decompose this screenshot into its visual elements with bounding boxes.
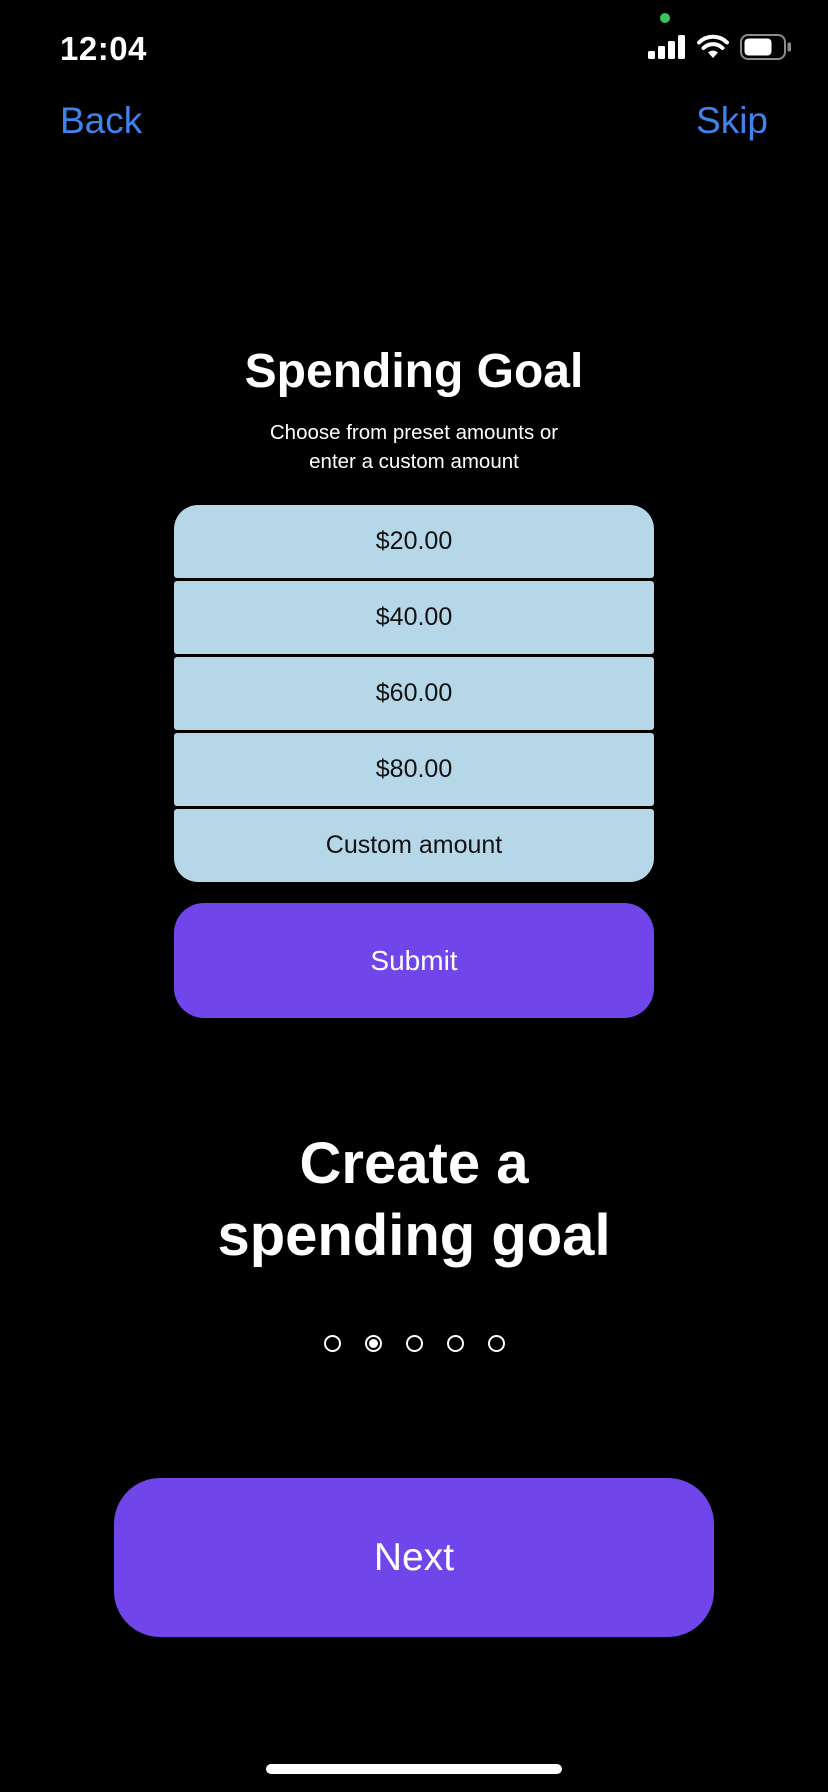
amount-option-80[interactable]: $80.00: [174, 733, 654, 806]
subtitle-line-2: enter a custom amount: [309, 450, 519, 473]
signal-icon: [648, 35, 686, 59]
next-button[interactable]: Next: [114, 1478, 714, 1637]
home-indicator[interactable]: [266, 1764, 562, 1774]
camera-indicator-dot: [660, 13, 670, 23]
spending-goal-title: Spending Goal: [244, 345, 584, 398]
onboarding-headline: Create a spending goal: [0, 1128, 828, 1272]
page-dot-2-active[interactable]: [364, 1335, 382, 1352]
amount-option-40[interactable]: $40.00: [174, 581, 654, 654]
amount-option-list: $20.00 $40.00 $60.00 $80.00 Custom amoun…: [174, 505, 654, 882]
headline-line-2: spending goal: [217, 1203, 611, 1268]
back-button[interactable]: Back: [60, 100, 142, 142]
page-dot-5[interactable]: [487, 1335, 505, 1352]
spending-goal-subtitle: Choose from preset amounts or enter a cu…: [214, 418, 614, 476]
custom-amount-option[interactable]: Custom amount: [174, 809, 654, 882]
page-dot-3[interactable]: [405, 1335, 423, 1352]
amount-option-20[interactable]: $20.00: [174, 505, 654, 578]
status-time: 12:04: [60, 30, 147, 67]
page-dot-4[interactable]: [446, 1335, 464, 1352]
submit-button[interactable]: Submit: [174, 903, 654, 1018]
page-dot-1[interactable]: [323, 1335, 341, 1352]
subtitle-line-1: Choose from preset amounts or: [269, 421, 559, 444]
headline-line-1: Create a: [299, 1131, 529, 1196]
page-indicator: [0, 1335, 828, 1352]
skip-button[interactable]: Skip: [696, 100, 768, 142]
battery-icon: [740, 34, 792, 60]
status-icons: [648, 34, 792, 60]
amount-option-60[interactable]: $60.00: [174, 657, 654, 730]
wifi-icon: [696, 34, 730, 60]
